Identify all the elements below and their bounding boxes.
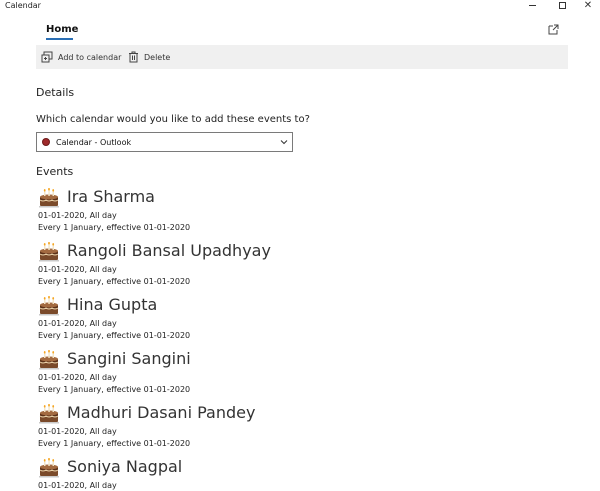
birthday-cake-icon — [39, 350, 59, 370]
event-recurrence: Every 1 January, effective 01-01-2020 — [38, 331, 191, 340]
calendar-select-value: Calendar - Outlook — [56, 137, 132, 147]
event-item[interactable]: Rangoli Bansal Upadhyay 01-01-2020, All d… — [36, 241, 356, 295]
event-date: 01-01-2020, All day — [38, 373, 117, 382]
title-bar: Calendar ✕ — [0, 0, 600, 12]
event-item[interactable]: Ira Sharma 01-01-2020, All day Every 1 Jan… — [36, 187, 356, 241]
event-date: 01-01-2020, All day — [38, 319, 117, 328]
delete-button[interactable]: Delete — [128, 45, 170, 69]
event-item[interactable]: Hina Gupta 01-01-2020, All day Every 1 Jan… — [36, 295, 356, 349]
birthday-cake-icon — [39, 242, 59, 262]
add-calendar-icon — [41, 51, 53, 63]
minimize-icon — [528, 5, 536, 6]
event-date: 01-01-2020, All day — [38, 211, 117, 220]
event-name: Sangini Sangini — [67, 349, 191, 368]
event-name: Madhuri Dasani Pandey — [67, 403, 256, 422]
event-name: Hina Gupta — [67, 295, 158, 314]
command-bar: Add to calendar Delete — [36, 45, 568, 69]
add-to-calendar-button[interactable]: Add to calendar — [41, 45, 121, 69]
event-date: 01-01-2020, All day — [38, 481, 117, 490]
event-recurrence: Every 1 January, effective 01-01-2020 — [38, 385, 191, 394]
event-recurrence: Every 1 January, effective 01-01-2020 — [38, 223, 191, 232]
calendar-select[interactable]: Calendar - Outlook — [36, 132, 293, 152]
delete-label: Delete — [144, 52, 171, 62]
event-name: Soniya Nagpal — [67, 457, 183, 476]
chevron-down-icon — [280, 140, 288, 145]
calendar-question: Which calendar would you like to add the… — [36, 114, 310, 125]
birthday-cake-icon — [39, 188, 59, 208]
add-to-calendar-label: Add to calendar — [58, 52, 122, 62]
birthday-cake-icon — [39, 296, 59, 316]
maximize-icon — [558, 2, 566, 9]
tab-home[interactable]: Home — [46, 24, 78, 35]
event-recurrence: Every 1 January, effective 01-01-2020 — [38, 439, 191, 448]
event-name: Ira Sharma — [67, 187, 155, 206]
event-recurrence: Every 1 January, effective 01-01-2020 — [38, 277, 191, 286]
details-heading: Details — [36, 86, 75, 99]
events-heading: Events — [36, 165, 74, 178]
calendar-color-dot — [42, 138, 50, 146]
birthday-cake-icon — [39, 404, 59, 424]
maximize-button[interactable] — [548, 0, 576, 11]
popout-icon[interactable] — [548, 24, 559, 35]
event-item[interactable]: Sangini Sangini 01-01-2020, All day Every … — [36, 349, 356, 403]
close-button[interactable]: ✕ — [574, 0, 600, 11]
event-date: 01-01-2020, All day — [38, 265, 117, 274]
trash-icon — [129, 51, 138, 63]
event-item[interactable]: Soniya Nagpal 01-01-2020, All day — [36, 457, 356, 491]
event-date: 01-01-2020, All day — [38, 427, 117, 436]
event-item[interactable]: Madhuri Dasani Pandey 01-01-2020, All day… — [36, 403, 356, 457]
tab-home-indicator — [46, 38, 73, 40]
minimize-button[interactable] — [518, 0, 546, 11]
birthday-cake-icon — [39, 458, 59, 478]
close-icon: ✕ — [583, 0, 593, 11]
event-name: Rangoli Bansal Upadhyay — [67, 241, 271, 260]
app-title: Calendar — [5, 1, 41, 10]
